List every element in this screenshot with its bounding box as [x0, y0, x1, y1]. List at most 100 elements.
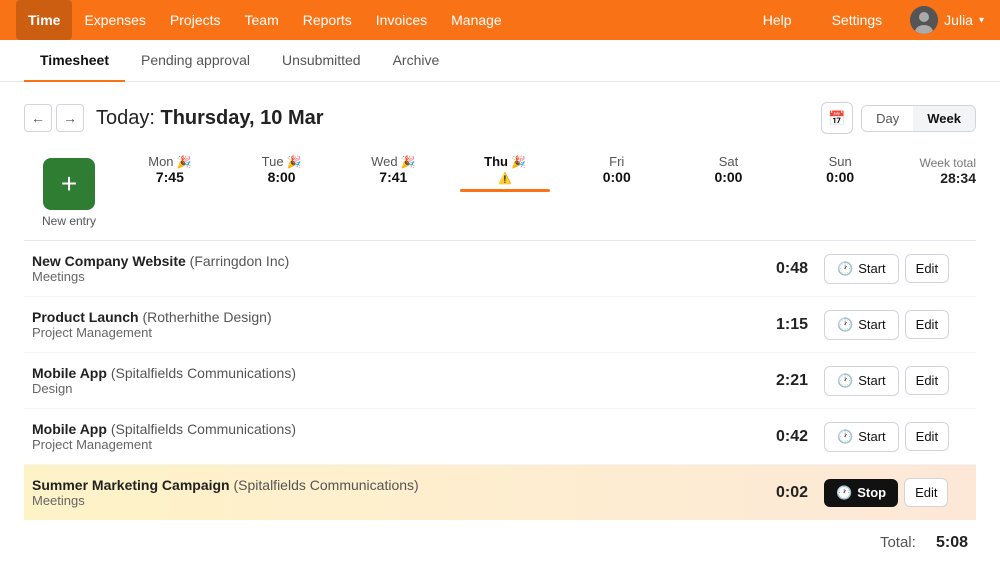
entry-client: (Spitalfields Communications) — [111, 421, 296, 437]
entry-info: Mobile App (Spitalfields Communications)… — [24, 353, 756, 409]
day-sat[interactable]: Sat 0:00 — [673, 150, 785, 189]
user-name: Julia — [944, 12, 973, 28]
day-sun-name: Sun — [829, 154, 852, 169]
start-button[interactable]: 🕐 Start — [824, 366, 899, 396]
day-tue[interactable]: Tue🎉 8:00 — [226, 150, 338, 189]
day-wed[interactable]: Wed🎉 7:41 — [337, 150, 449, 189]
entry-action-cell: 🕐 Stop Edit — [816, 465, 976, 521]
top-navigation: Time Expenses Projects Team Reports Invo… — [0, 0, 1000, 40]
entry-category: Project Management — [32, 325, 748, 340]
entry-duration: 0:02 — [756, 465, 816, 521]
entry-actions: 🕐 Start Edit — [824, 254, 968, 284]
edit-button[interactable]: Edit — [905, 422, 949, 451]
entry-actions: 🕐 Start Edit — [824, 310, 968, 340]
entry-category: Design — [32, 381, 748, 396]
nav-projects[interactable]: Projects — [158, 0, 233, 40]
nav-links: Time Expenses Projects Team Reports Invo… — [16, 0, 514, 40]
day-thu[interactable]: Thu🎉 ⚠️ — [449, 150, 561, 196]
calendar-icon: 📅 — [828, 110, 845, 127]
chevron-down-icon: ▾ — [979, 15, 984, 26]
edit-button[interactable]: Edit — [904, 478, 948, 507]
total-label: Total: — [880, 534, 916, 551]
entry-actions: 🕐 Start Edit — [824, 422, 968, 452]
subnav-archive[interactable]: Archive — [377, 40, 456, 82]
week-days: Mon🎉 7:45 Tue🎉 8:00 Wed🎉 7:41 Thu🎉 ⚠️ Fr… — [114, 150, 896, 196]
day-fri-name: Fri — [609, 154, 624, 169]
day-tue-time: 8:00 — [268, 169, 296, 185]
subnav-pending[interactable]: Pending approval — [125, 40, 266, 82]
subnav-timesheet[interactable]: Timesheet — [24, 40, 125, 82]
nav-team[interactable]: Team — [233, 0, 291, 40]
clock-icon: 🕐 — [837, 429, 853, 445]
calendar-icon-button[interactable]: 📅 — [821, 102, 853, 134]
day-view-button[interactable]: Day — [862, 106, 913, 131]
day-wed-time: 7:41 — [379, 169, 407, 185]
help-link[interactable]: Help — [751, 0, 804, 40]
week-total: Week total 28:34 — [896, 150, 976, 186]
edit-button[interactable]: Edit — [905, 366, 949, 395]
clock-icon: 🕐 — [837, 317, 853, 333]
day-mon-time: 7:45 — [156, 169, 184, 185]
start-button[interactable]: 🕐 Start — [824, 254, 899, 284]
entry-action-cell: 🕐 Start Edit — [816, 241, 976, 297]
user-menu[interactable]: Julia ▾ — [910, 6, 984, 34]
entry-info: Product Launch (Rotherhithe Design) Proj… — [24, 297, 756, 353]
entry-duration: 1:15 — [756, 297, 816, 353]
start-label: Start — [858, 317, 885, 332]
start-button[interactable]: 🕐 Start — [824, 422, 899, 452]
date-header-row: ← → Today: Thursday, 10 Mar 📅 Day Week — [24, 102, 976, 134]
page-title: Today: Thursday, 10 Mar — [96, 107, 324, 130]
nav-right: Help Settings Julia ▾ — [751, 0, 984, 40]
nav-expenses[interactable]: Expenses — [72, 0, 157, 40]
entry-project: New Company Website — [32, 253, 186, 269]
nav-time[interactable]: Time — [16, 0, 72, 40]
entry-category: Meetings — [32, 493, 748, 508]
nav-reports[interactable]: Reports — [291, 0, 364, 40]
entry-action-cell: 🕐 Start Edit — [816, 353, 976, 409]
nav-invoices[interactable]: Invoices — [364, 0, 439, 40]
entry-duration: 2:21 — [756, 353, 816, 409]
start-label: Start — [858, 429, 885, 444]
entries-table: New Company Website (Farringdon Inc) Mee… — [24, 240, 976, 520]
total-value: 5:08 — [936, 534, 968, 551]
week-section: + New entry Mon🎉 7:45 Tue🎉 8:00 Wed🎉 7:4… — [24, 150, 976, 228]
settings-link[interactable]: Settings — [820, 0, 895, 40]
sub-navigation: Timesheet Pending approval Unsubmitted A… — [0, 40, 1000, 82]
day-sun[interactable]: Sun 0:00 — [784, 150, 896, 189]
entry-client: (Spitalfields Communications) — [234, 477, 419, 493]
entry-client: (Farringdon Inc) — [190, 253, 290, 269]
table-row: New Company Website (Farringdon Inc) Mee… — [24, 241, 976, 297]
edit-button[interactable]: Edit — [905, 310, 949, 339]
entry-client: (Spitalfields Communications) — [111, 365, 296, 381]
entry-time: 0:42 — [776, 428, 808, 445]
day-sun-time: 0:00 — [826, 169, 854, 185]
plus-icon: + — [61, 168, 77, 200]
view-btn-group: Day Week — [861, 105, 976, 132]
day-tue-name: Tue🎉 — [262, 154, 302, 169]
prev-date-button[interactable]: ← — [24, 104, 52, 132]
stop-label: Stop — [857, 485, 886, 500]
entry-time: 1:15 — [776, 316, 808, 333]
day-sat-time: 0:00 — [714, 169, 742, 185]
next-date-button[interactable]: → — [56, 104, 84, 132]
subnav-unsubmitted[interactable]: Unsubmitted — [266, 40, 377, 82]
day-fri-time: 0:00 — [603, 169, 631, 185]
total-row: Total: 5:08 — [24, 520, 976, 566]
day-thu-name: Thu🎉 — [484, 154, 526, 169]
edit-button[interactable]: Edit — [905, 254, 949, 283]
new-entry-button[interactable]: + — [43, 158, 95, 210]
start-button[interactable]: 🕐 Start — [824, 310, 899, 340]
entry-project: Product Launch — [32, 309, 139, 325]
day-mon[interactable]: Mon🎉 7:45 — [114, 150, 226, 189]
stop-button[interactable]: 🕐 Stop — [824, 479, 898, 507]
week-total-label: Week total — [920, 156, 976, 170]
nav-manage[interactable]: Manage — [439, 0, 514, 40]
day-thu-time: ⚠️ — [498, 169, 512, 185]
start-label: Start — [858, 261, 885, 276]
week-view-button[interactable]: Week — [913, 106, 975, 131]
day-fri[interactable]: Fri 0:00 — [561, 150, 673, 189]
entry-category: Meetings — [32, 269, 748, 284]
avatar — [910, 6, 938, 34]
active-day-underline — [460, 189, 549, 192]
table-row-active: Summer Marketing Campaign (Spitalfields … — [24, 465, 976, 521]
